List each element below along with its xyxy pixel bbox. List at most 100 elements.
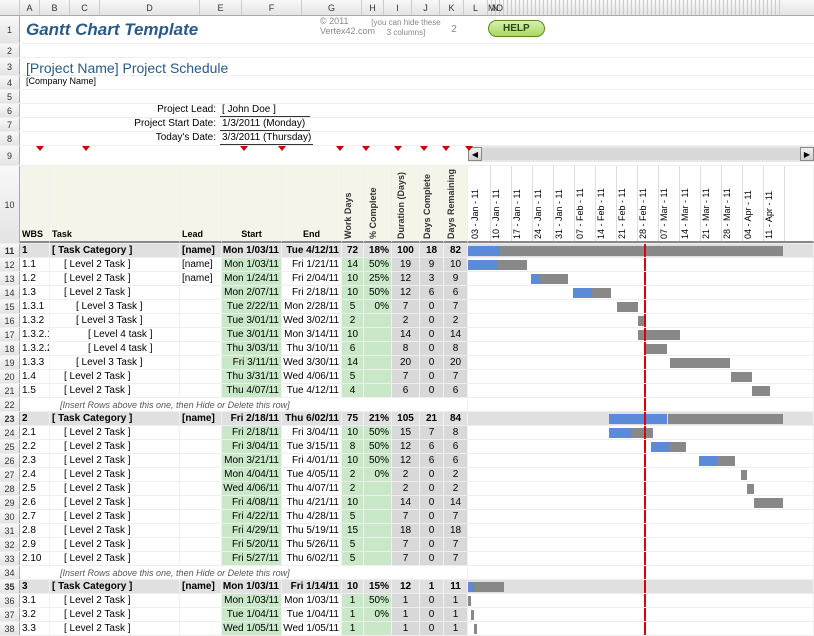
days-remaining-cell[interactable]: 1 [444, 608, 468, 621]
start-cell[interactable]: Fri 5/27/11 [222, 552, 282, 565]
workdays-cell[interactable]: 10 [342, 272, 364, 285]
gantt-scrollbar[interactable]: ◀ ▶ [468, 146, 814, 162]
end-cell[interactable]: Fri 3/04/11 [282, 426, 342, 439]
workdays-cell[interactable]: 10 [342, 454, 364, 467]
end-cell[interactable]: Wed 1/05/11 [282, 622, 342, 635]
row-number[interactable]: 18 [0, 342, 20, 355]
wbs-cell[interactable]: 3.3 [20, 622, 50, 635]
duration-cell[interactable]: 100 [392, 244, 420, 257]
duration-cell[interactable]: 12 [392, 454, 420, 467]
row-number[interactable]: 1 [0, 16, 20, 43]
start-cell[interactable]: Mon 1/03/11 [222, 244, 282, 257]
duration-cell[interactable]: 7 [392, 370, 420, 383]
pct-cell[interactable] [364, 538, 392, 551]
col-A[interactable]: A [20, 0, 40, 15]
wbs-cell[interactable]: 2.3 [20, 454, 50, 467]
days-remaining-cell[interactable]: 11 [444, 580, 468, 593]
end-cell[interactable]: Thu 4/28/11 [282, 510, 342, 523]
task-cell[interactable]: [ Level 2 Task ] [50, 440, 180, 453]
wbs-cell[interactable]: 2.7 [20, 510, 50, 523]
start-cell[interactable]: Thu 4/07/11 [222, 384, 282, 397]
workdays-cell[interactable]: 10 [342, 496, 364, 509]
end-cell[interactable]: Thu 6/02/11 [282, 412, 342, 425]
days-complete-cell[interactable]: 0 [420, 356, 444, 369]
lead-cell[interactable] [180, 426, 222, 439]
task-cell[interactable]: [ Level 2 Task ] [50, 370, 180, 383]
duration-cell[interactable]: 2 [392, 314, 420, 327]
col-B[interactable]: B [40, 0, 70, 15]
row-number[interactable]: 22 [0, 398, 20, 411]
task-cell[interactable]: [ Level 2 Task ] [50, 272, 180, 285]
row-number[interactable]: 26 [0, 454, 20, 467]
end-cell[interactable]: Mon 1/03/11 [282, 594, 342, 607]
duration-cell[interactable]: 7 [392, 538, 420, 551]
lead-cell[interactable] [180, 622, 222, 635]
task-cell[interactable]: [ Level 2 Task ] [50, 482, 180, 495]
wbs-cell[interactable]: 1.1 [20, 258, 50, 271]
workdays-cell[interactable]: 15 [342, 524, 364, 537]
duration-cell[interactable]: 6 [392, 384, 420, 397]
col-E[interactable]: E [200, 0, 242, 15]
start-cell[interactable]: Fri 2/18/11 [222, 426, 282, 439]
pct-cell[interactable]: 0% [364, 608, 392, 621]
start-cell[interactable]: Mon 4/04/11 [222, 468, 282, 481]
pct-cell[interactable]: 50% [364, 286, 392, 299]
start-cell[interactable]: Fri 3/11/11 [222, 356, 282, 369]
row-number[interactable]: 17 [0, 328, 20, 341]
duration-cell[interactable]: 2 [392, 482, 420, 495]
days-complete-cell[interactable]: 0 [420, 342, 444, 355]
wbs-cell[interactable]: 1.5 [20, 384, 50, 397]
end-cell[interactable]: Fri 2/04/11 [282, 272, 342, 285]
workdays-cell[interactable]: 5 [342, 538, 364, 551]
end-cell[interactable]: Thu 4/21/11 [282, 496, 342, 509]
wbs-cell[interactable]: 2.4 [20, 468, 50, 481]
end-cell[interactable]: Fri 1/14/11 [282, 580, 342, 593]
lead-cell[interactable] [180, 552, 222, 565]
days-remaining-cell[interactable]: 7 [444, 300, 468, 313]
wbs-cell[interactable]: 3.2 [20, 608, 50, 621]
duration-cell[interactable]: 1 [392, 622, 420, 635]
lead-cell[interactable] [180, 510, 222, 523]
wbs-cell[interactable]: 2.2 [20, 440, 50, 453]
lead-cell[interactable] [180, 384, 222, 397]
end-cell[interactable]: Tue 1/04/11 [282, 608, 342, 621]
start-cell[interactable]: Thu 3/31/11 [222, 370, 282, 383]
end-cell[interactable]: Fri 2/18/11 [282, 286, 342, 299]
days-remaining-cell[interactable]: 1 [444, 594, 468, 607]
lead-cell[interactable] [180, 342, 222, 355]
row-number[interactable]: 25 [0, 440, 20, 453]
pct-cell[interactable]: 25% [364, 272, 392, 285]
lead-cell[interactable] [180, 594, 222, 607]
wbs-cell[interactable]: 2.6 [20, 496, 50, 509]
col-H[interactable]: H [362, 0, 384, 15]
lead-cell[interactable] [180, 524, 222, 537]
pct-cell[interactable]: 0% [364, 468, 392, 481]
end-cell[interactable]: Tue 4/12/11 [282, 384, 342, 397]
days-complete-cell[interactable]: 0 [420, 468, 444, 481]
pct-cell[interactable]: 50% [364, 454, 392, 467]
start-cell[interactable]: Tue 2/22/11 [222, 300, 282, 313]
start-cell[interactable]: Tue 3/01/11 [222, 314, 282, 327]
wbs-cell[interactable]: 1.3.1 [20, 300, 50, 313]
task-cell[interactable]: [ Level 3 Task ] [50, 300, 180, 313]
workdays-cell[interactable]: 1 [342, 622, 364, 635]
task-cell[interactable]: [ Level 2 Task ] [50, 258, 180, 271]
row-number[interactable]: 29 [0, 496, 20, 509]
col-L[interactable]: L [464, 0, 488, 15]
days-complete-cell[interactable]: 0 [420, 384, 444, 397]
wbs-cell[interactable]: 1.3.2 [20, 314, 50, 327]
pct-cell[interactable]: 50% [364, 440, 392, 453]
row-number[interactable]: 36 [0, 594, 20, 607]
workdays-cell[interactable]: 75 [342, 412, 364, 425]
wbs-cell[interactable]: 1.3 [20, 286, 50, 299]
workdays-cell[interactable]: 10 [342, 286, 364, 299]
workdays-cell[interactable]: 2 [342, 468, 364, 481]
days-complete-cell[interactable]: 3 [420, 272, 444, 285]
pct-cell[interactable]: 50% [364, 426, 392, 439]
days-complete-cell[interactable]: 0 [420, 496, 444, 509]
pct-cell[interactable] [364, 510, 392, 523]
row-number[interactable]: 33 [0, 552, 20, 565]
duration-cell[interactable]: 105 [392, 412, 420, 425]
pct-cell[interactable] [364, 622, 392, 635]
start-cell[interactable]: Mon 1/24/11 [222, 272, 282, 285]
